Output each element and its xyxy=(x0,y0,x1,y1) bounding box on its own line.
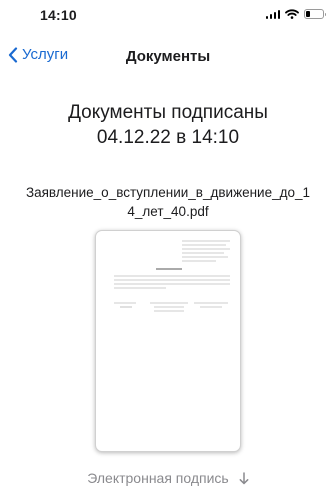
page-title: Документы xyxy=(125,48,211,65)
electronic-signature-link[interactable]: Электронная подпись xyxy=(0,470,336,486)
signed-date: 04.12.22 в 14:10 xyxy=(96,127,240,148)
battery-level xyxy=(306,11,310,17)
status-time: 14:10 xyxy=(40,7,77,23)
signed-status-text: Документы подписаны xyxy=(68,102,268,123)
status-bar: 14:10 xyxy=(0,0,336,34)
signed-status: Документы подписаны 04.12.22 в 14:10 xyxy=(0,100,336,150)
file-name: Заявление_о_вступлении_в_движение_до_1 4… xyxy=(25,185,311,219)
electronic-signature-label: Электронная подпись xyxy=(87,470,229,486)
cellular-signal-icon xyxy=(265,9,280,19)
navigation-bar: Услуги Документы xyxy=(0,38,336,74)
wifi-icon xyxy=(285,9,299,19)
document-thumbnail xyxy=(114,240,230,312)
arrow-down-icon xyxy=(239,471,249,484)
battery-icon xyxy=(304,9,326,19)
document-preview[interactable] xyxy=(95,230,241,452)
status-icons xyxy=(265,9,326,19)
